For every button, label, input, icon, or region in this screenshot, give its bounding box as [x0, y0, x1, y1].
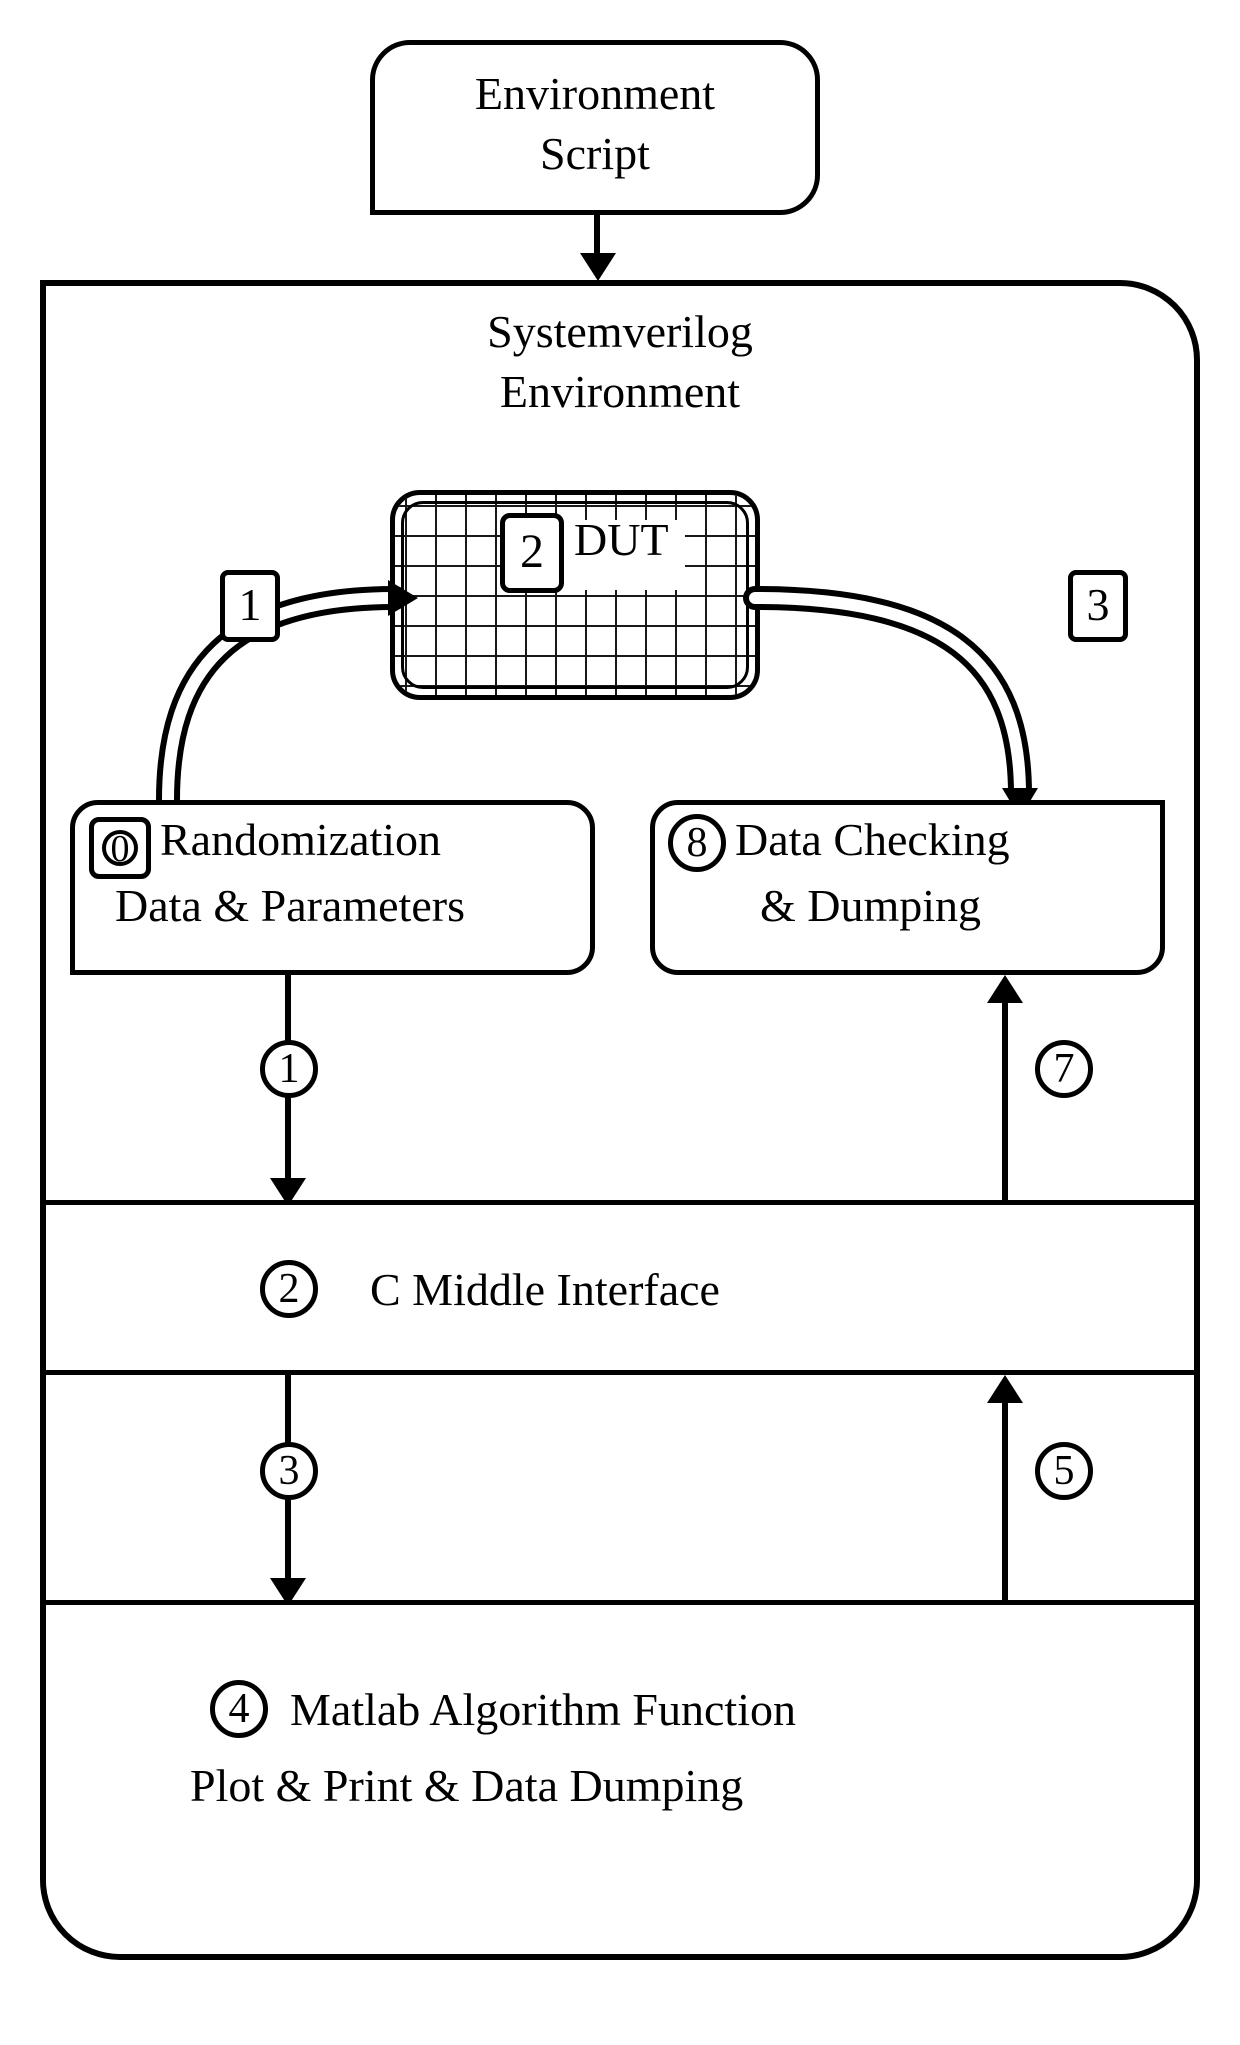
pipe-right-number: 3 — [1068, 570, 1128, 642]
matlab-line2: Plot & Print & Data Dumping — [190, 1760, 743, 1813]
arrow-right-7-head — [987, 975, 1023, 1003]
diagram-canvas: Environment Script Systemverilog Environ… — [0, 0, 1240, 2045]
arrow-env-to-main-head — [580, 253, 616, 281]
main-title-line1: Systemverilog — [40, 306, 1200, 359]
dut-number-box: 2 — [500, 513, 564, 593]
dut-label: DUT — [574, 514, 669, 567]
matlab-number: 4 — [210, 1680, 268, 1738]
main-title-line2: Environment — [40, 366, 1200, 419]
pipe-left-number: 1 — [220, 570, 280, 642]
environment-script-line1: Environment — [370, 68, 820, 121]
arrow-right-7-shaft — [1002, 1000, 1008, 1205]
pipe-right — [745, 540, 1085, 840]
left-flow-number-3: 3 — [260, 1442, 318, 1500]
randomization-line2: Data & Parameters — [115, 880, 465, 933]
environment-script-line2: Script — [370, 128, 820, 181]
arrow-right-5-head — [987, 1375, 1023, 1403]
c-middle-number: 2 — [260, 1260, 318, 1318]
right-flow-number-5: 5 — [1035, 1442, 1093, 1500]
arrow-right-5-shaft — [1002, 1400, 1008, 1605]
data-checking-line2: & Dumping — [760, 880, 981, 933]
matlab-line1: Matlab Algorithm Function — [290, 1684, 796, 1737]
data-checking-number: 8 — [668, 814, 726, 872]
randomization-line1: Randomization — [160, 814, 441, 867]
environment-script-box: Environment Script — [370, 40, 820, 215]
left-flow-number-1: 1 — [260, 1040, 318, 1098]
right-flow-number-7: 7 — [1035, 1040, 1093, 1098]
data-checking-line1: Data Checking — [735, 814, 1010, 867]
c-middle-label: C Middle Interface — [370, 1264, 720, 1317]
randomization-zero-badge: 0 — [89, 817, 151, 879]
